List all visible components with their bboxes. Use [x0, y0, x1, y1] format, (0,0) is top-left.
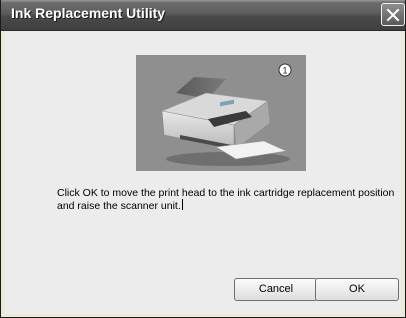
message-line-2: and raise the scanner unit. [57, 200, 181, 212]
close-button[interactable] [381, 3, 405, 26]
text-caret [181, 199, 183, 210]
ok-button[interactable]: OK [315, 278, 399, 301]
step-number: 1 [282, 66, 287, 76]
printer-drawing: 1 [160, 63, 292, 166]
message-line-1: Click OK to move the print head to the i… [57, 187, 395, 199]
close-icon [386, 8, 400, 22]
ink-replacement-dialog: Ink Replacement Utility 1 Click OK to mo… [0, 0, 406, 318]
printer-illustration: 1 [136, 55, 306, 171]
instruction-message: Click OK to move the print head to the i… [57, 187, 397, 212]
dialog-title: Ink Replacement Utility [11, 5, 166, 21]
dialog-content: 1 Click OK to move the print head to the… [5, 31, 401, 314]
cancel-button[interactable]: Cancel [234, 278, 318, 301]
title-bar[interactable]: Ink Replacement Utility [1, 0, 405, 31]
